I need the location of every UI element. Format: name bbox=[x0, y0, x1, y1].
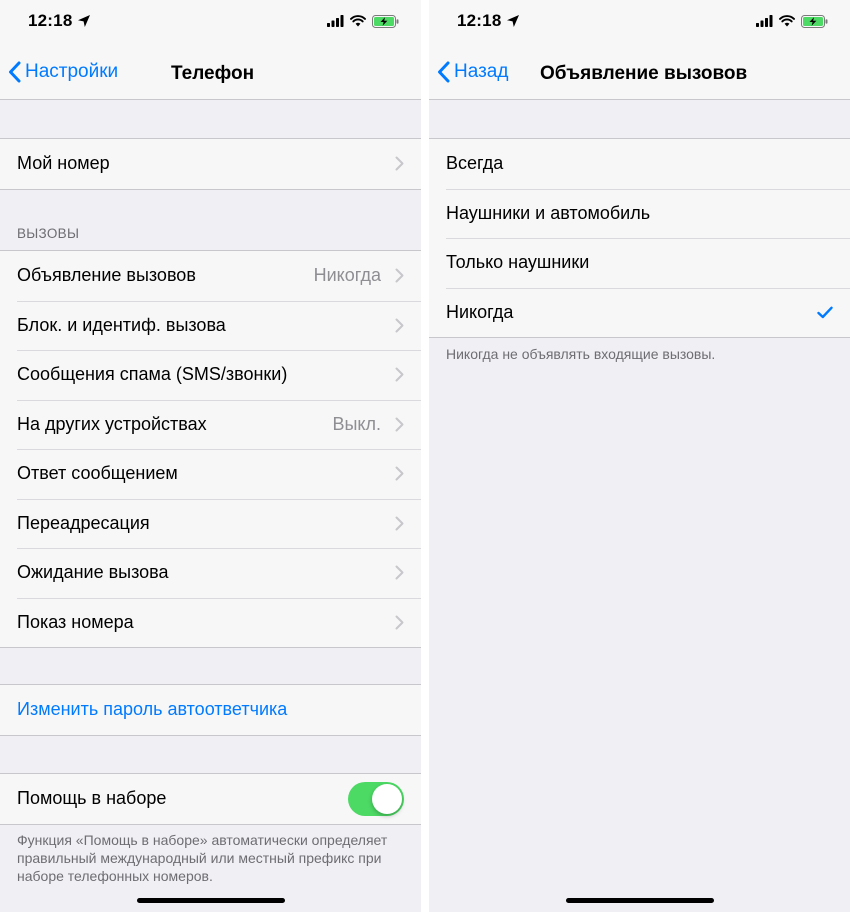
cell-show-caller-id[interactable]: Показ номера bbox=[0, 597, 421, 648]
page-title: Объявление вызовов bbox=[540, 63, 748, 84]
battery-charging-icon bbox=[801, 14, 828, 28]
navigation-bar: Настройки Телефон bbox=[0, 44, 421, 100]
back-button[interactable]: Настройки bbox=[8, 61, 118, 83]
dial-assist-cell: Помощь в наборе bbox=[0, 774, 421, 824]
chevron-right-icon bbox=[395, 516, 404, 531]
change-voicemail-password-label: Изменить пароль автоответчика bbox=[17, 699, 288, 720]
back-button[interactable]: Назад bbox=[437, 61, 508, 83]
dial-assist-toggle[interactable] bbox=[348, 781, 404, 816]
option-label: Только наушники bbox=[446, 252, 590, 273]
page-title: Телефон bbox=[171, 63, 255, 84]
cell-label: Блок. и идентиф. вызова bbox=[17, 314, 226, 335]
dial-assist-group: Помощь в наборе bbox=[0, 773, 421, 825]
cell-call-waiting[interactable]: Ожидание вызова bbox=[0, 548, 421, 598]
wifi-icon bbox=[350, 15, 366, 27]
cell-other-devices[interactable]: На других устройствах Выкл. bbox=[0, 399, 421, 450]
checkmark-icon bbox=[817, 306, 833, 318]
cell-call-announce[interactable]: Объявление вызовов Никогда bbox=[0, 251, 421, 301]
status-time: 12:18 bbox=[28, 11, 73, 30]
battery-charging-icon bbox=[372, 14, 399, 28]
phone-settings-screen: 12:18 Настройки Телефон Мой номер ВЫЗОВЫ… bbox=[0, 0, 421, 912]
status-indicators bbox=[756, 13, 828, 29]
change-voicemail-password-button[interactable]: Изменить пароль автоответчика bbox=[0, 685, 421, 735]
cell-spam-reports[interactable]: Сообщения спама (SMS/звонки) bbox=[0, 350, 421, 400]
my-number-label: Мой номер bbox=[17, 153, 110, 174]
dial-assist-footer: Функция «Помощь в наборе» автоматически … bbox=[17, 832, 388, 884]
announce-calls-screen: 12:18 Назад Объявление вызовов Всегда На… bbox=[429, 0, 850, 912]
navigation-bar: Назад Объявление вызовов bbox=[429, 44, 850, 100]
option-never[interactable]: Никогда bbox=[429, 287, 850, 338]
location-arrow-icon bbox=[78, 15, 90, 27]
calls-group: Объявление вызовов Никогда Блок. и идент… bbox=[0, 250, 421, 648]
chevron-left-icon bbox=[9, 61, 21, 83]
chevron-right-icon bbox=[395, 268, 404, 283]
cell-value: Никогда bbox=[313, 265, 381, 286]
chevron-right-icon bbox=[395, 156, 404, 171]
my-number-group: Мой номер bbox=[0, 138, 421, 190]
cell-label: Ожидание вызова bbox=[17, 562, 169, 583]
cellular-signal-icon bbox=[756, 15, 773, 27]
chevron-right-icon bbox=[395, 318, 404, 333]
wifi-icon bbox=[779, 15, 795, 27]
cell-label: Переадресация bbox=[17, 512, 150, 533]
chevron-right-icon bbox=[395, 417, 404, 432]
home-indicator[interactable] bbox=[565, 898, 714, 903]
screens-divider bbox=[421, 0, 429, 912]
chevron-right-icon bbox=[395, 565, 404, 580]
cell-call-forwarding[interactable]: Переадресация bbox=[0, 498, 421, 549]
toggle-knob bbox=[372, 783, 402, 814]
option-headphones-and-car[interactable]: Наушники и автомобиль bbox=[429, 188, 850, 239]
cell-label: Объявление вызовов bbox=[17, 265, 196, 286]
dial-assist-label: Помощь в наборе bbox=[17, 788, 167, 809]
option-label: Всегда bbox=[446, 153, 504, 174]
back-button-label: Назад bbox=[454, 61, 509, 82]
my-number-cell[interactable]: Мой номер bbox=[0, 139, 421, 189]
status-indicators bbox=[327, 13, 399, 29]
location-arrow-icon bbox=[507, 15, 519, 27]
cell-label: Сообщения спама (SMS/звонки) bbox=[17, 364, 288, 385]
chevron-right-icon bbox=[395, 466, 404, 481]
announce-options-group: Всегда Наушники и автомобиль Только науш… bbox=[429, 138, 850, 338]
option-always[interactable]: Всегда bbox=[429, 139, 850, 189]
chevron-right-icon bbox=[395, 367, 404, 382]
status-time: 12:18 bbox=[457, 11, 502, 30]
option-label: Никогда bbox=[446, 301, 514, 322]
back-button-label: Настройки bbox=[25, 61, 119, 82]
voicemail-password-group: Изменить пароль автоответчика bbox=[0, 684, 421, 736]
announce-footer: Никогда не объявлять входящие вызовы. bbox=[446, 346, 716, 362]
cell-label: Показ номера bbox=[17, 611, 134, 632]
option-label: Наушники и автомобиль bbox=[446, 202, 651, 223]
cellular-signal-icon bbox=[327, 15, 344, 27]
cell-label: Ответ сообщением bbox=[17, 463, 178, 484]
status-bar: 12:18 bbox=[0, 0, 421, 44]
cell-respond-with-text[interactable]: Ответ сообщением bbox=[0, 449, 421, 499]
chevron-left-icon bbox=[438, 61, 450, 83]
cell-label: На других устройствах bbox=[17, 413, 207, 434]
option-headphones-only[interactable]: Только наушники bbox=[429, 238, 850, 288]
chevron-right-icon bbox=[395, 615, 404, 630]
section-header-calls: ВЫЗОВЫ bbox=[17, 226, 80, 241]
status-bar: 12:18 bbox=[429, 0, 850, 44]
cell-value: Выкл. bbox=[332, 413, 381, 434]
home-indicator[interactable] bbox=[136, 898, 285, 903]
cell-call-blocking[interactable]: Блок. и идентиф. вызова bbox=[0, 300, 421, 351]
